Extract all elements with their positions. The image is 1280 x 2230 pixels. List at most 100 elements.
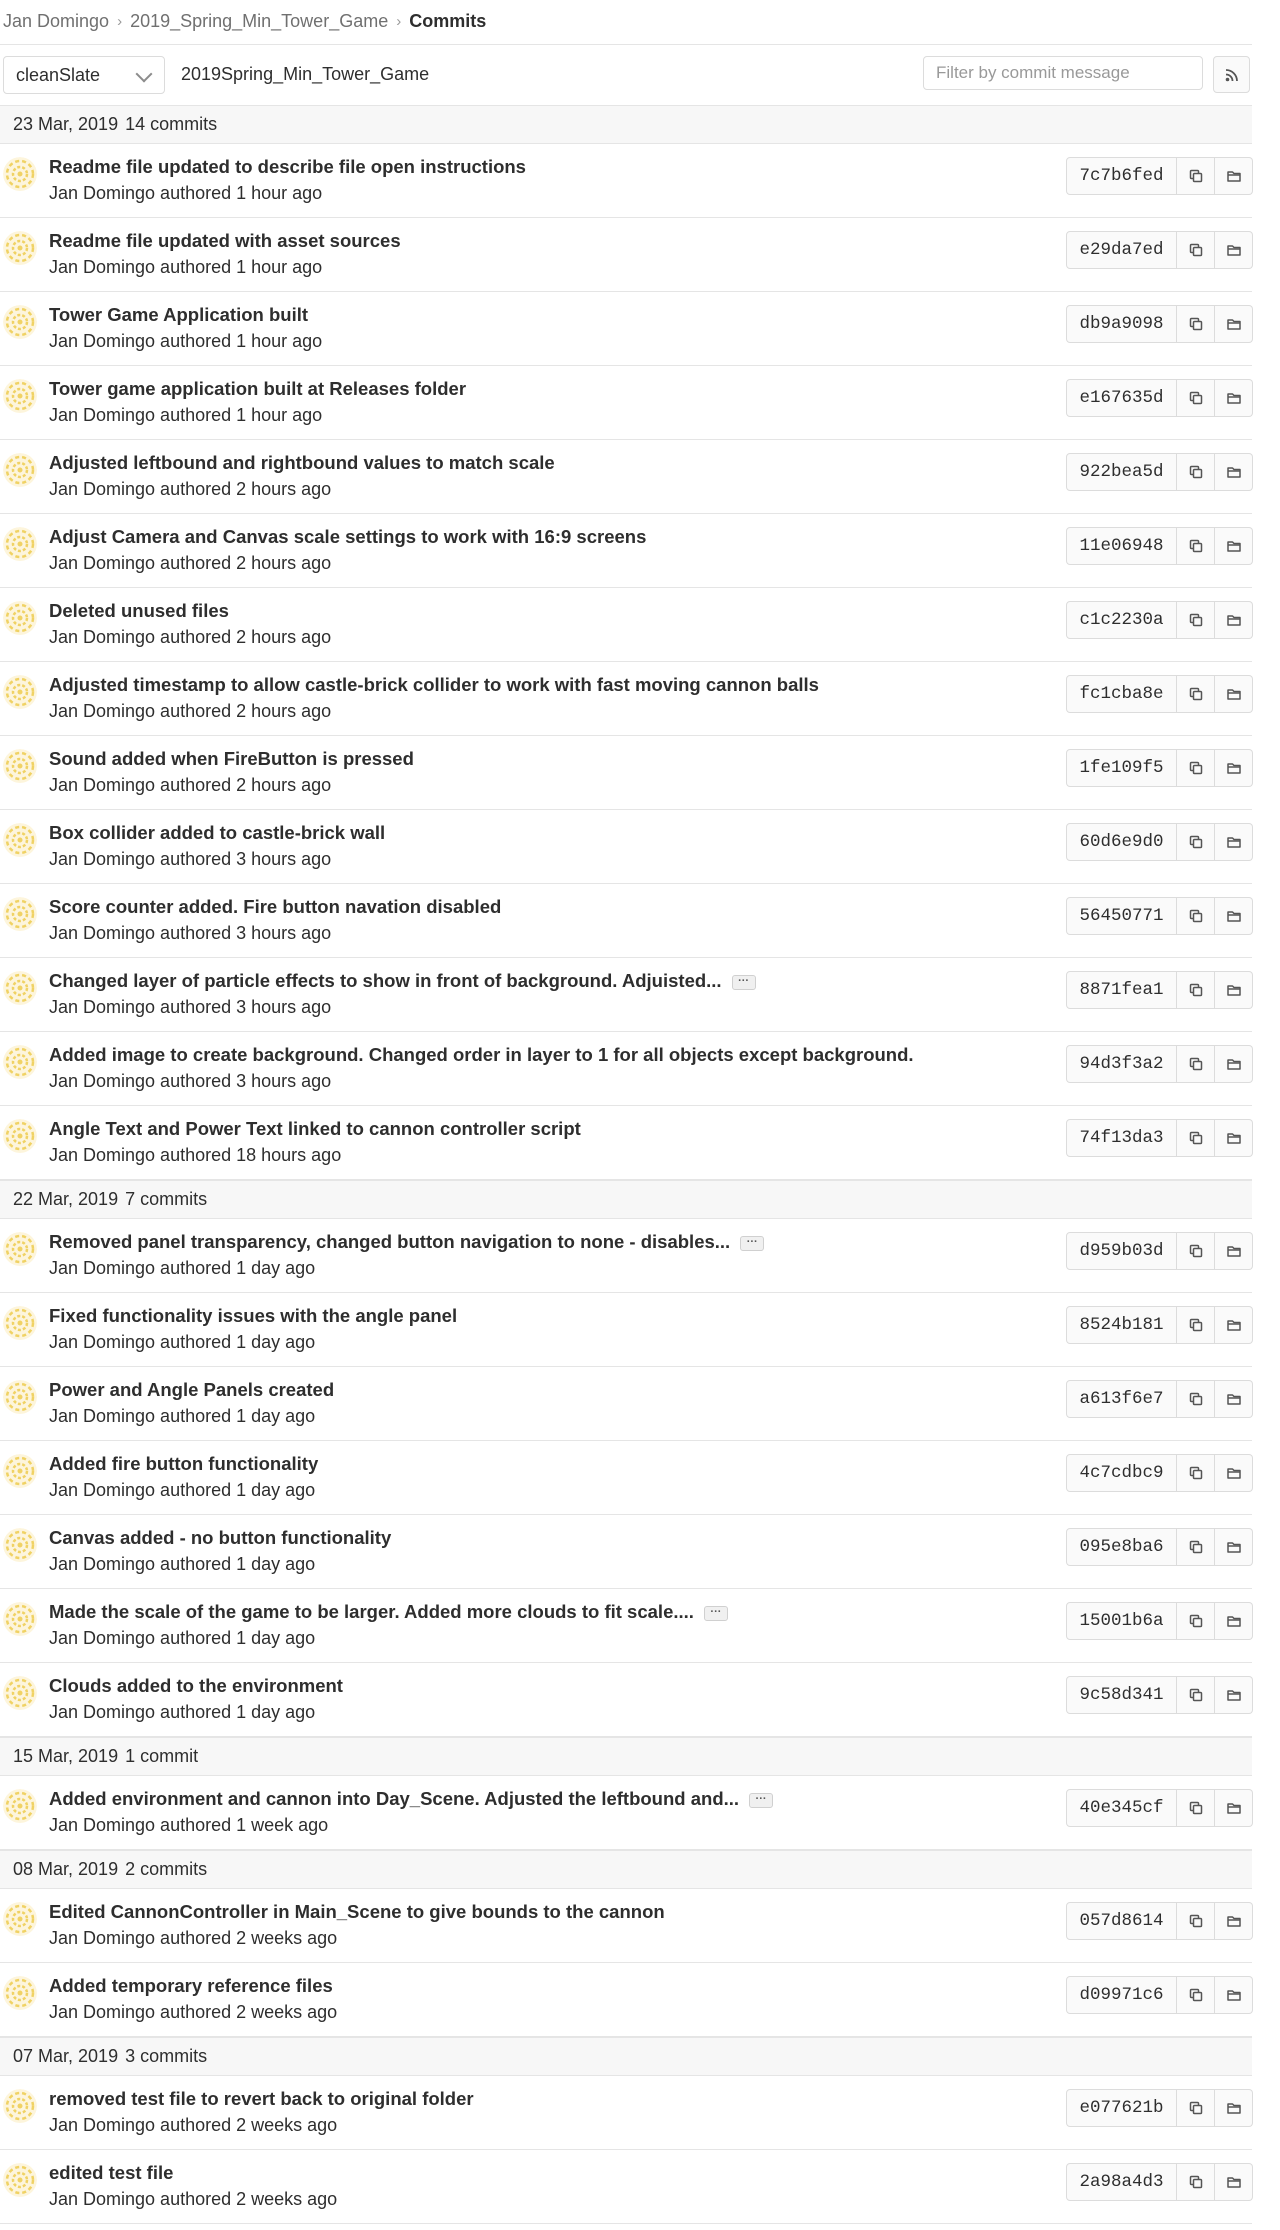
browse-files-button[interactable]: [1215, 1454, 1253, 1492]
commit-sha-link[interactable]: 15001b6a: [1066, 1602, 1177, 1640]
expand-message-button[interactable]: ···: [740, 1235, 765, 1251]
copy-sha-button[interactable]: [1177, 1232, 1215, 1270]
browse-files-button[interactable]: [1215, 1902, 1253, 1940]
commit-sha-link[interactable]: 7c7b6fed: [1066, 157, 1177, 195]
copy-sha-button[interactable]: [1177, 1306, 1215, 1344]
commit-title-link[interactable]: Angle Text and Power Text linked to cann…: [49, 1118, 581, 1140]
identicon-avatar[interactable]: [3, 305, 37, 339]
commit-sha-link[interactable]: 56450771: [1066, 897, 1177, 935]
browse-files-button[interactable]: [1215, 1528, 1253, 1566]
commit-sha-link[interactable]: 8524b181: [1066, 1306, 1177, 1344]
commit-title-link[interactable]: Score counter added. Fire button navatio…: [49, 896, 501, 918]
copy-sha-button[interactable]: [1177, 1602, 1215, 1640]
identicon-avatar[interactable]: [3, 1902, 37, 1936]
commit-title-link[interactable]: Tower game application built at Releases…: [49, 378, 466, 400]
breadcrumb-user-link[interactable]: Jan Domingo: [3, 11, 109, 32]
copy-sha-button[interactable]: [1177, 379, 1215, 417]
identicon-avatar[interactable]: [3, 897, 37, 931]
branch-dropdown[interactable]: cleanSlate: [3, 56, 165, 94]
browse-files-button[interactable]: [1215, 231, 1253, 269]
identicon-avatar[interactable]: [3, 823, 37, 857]
commit-title-link[interactable]: Added fire button functionality: [49, 1453, 318, 1475]
identicon-avatar[interactable]: [3, 1789, 37, 1823]
copy-sha-button[interactable]: [1177, 749, 1215, 787]
copy-sha-button[interactable]: [1177, 1902, 1215, 1940]
commit-sha-link[interactable]: 94d3f3a2: [1066, 1045, 1177, 1083]
commit-sha-link[interactable]: 8871fea1: [1066, 971, 1177, 1009]
commit-title-link[interactable]: Adjust Camera and Canvas scale settings …: [49, 526, 646, 548]
identicon-avatar[interactable]: [3, 527, 37, 561]
commit-sha-link[interactable]: 2a98a4d3: [1066, 2163, 1177, 2201]
copy-sha-button[interactable]: [1177, 2089, 1215, 2127]
commit-title-link[interactable]: Fixed functionality issues with the angl…: [49, 1305, 457, 1327]
commit-sha-link[interactable]: fc1cba8e: [1066, 675, 1177, 713]
browse-files-button[interactable]: [1215, 897, 1253, 935]
commit-title-link[interactable]: Changed layer of particle effects to sho…: [49, 970, 756, 992]
copy-sha-button[interactable]: [1177, 971, 1215, 1009]
browse-files-button[interactable]: [1215, 823, 1253, 861]
commit-title-link[interactable]: Clouds added to the environment: [49, 1675, 343, 1697]
commit-title-link[interactable]: edited test file: [49, 2162, 173, 2184]
rss-feed-button[interactable]: [1213, 56, 1250, 93]
commit-sha-link[interactable]: e167635d: [1066, 379, 1177, 417]
commit-title-link[interactable]: Added image to create background. Change…: [49, 1044, 914, 1066]
commit-sha-link[interactable]: 60d6e9d0: [1066, 823, 1177, 861]
browse-files-button[interactable]: [1215, 379, 1253, 417]
copy-sha-button[interactable]: [1177, 1789, 1215, 1827]
copy-sha-button[interactable]: [1177, 1119, 1215, 1157]
identicon-avatar[interactable]: [3, 1676, 37, 1710]
commit-title-link[interactable]: Readme file updated with asset sources: [49, 230, 401, 252]
identicon-avatar[interactable]: [3, 1306, 37, 1340]
commit-sha-link[interactable]: db9a9098: [1066, 305, 1177, 343]
browse-files-button[interactable]: [1215, 1380, 1253, 1418]
browse-files-button[interactable]: [1215, 749, 1253, 787]
identicon-avatar[interactable]: [3, 971, 37, 1005]
commit-title-link[interactable]: Made the scale of the game to be larger.…: [49, 1601, 728, 1623]
browse-files-button[interactable]: [1215, 675, 1253, 713]
browse-files-button[interactable]: [1215, 1976, 1253, 2014]
identicon-avatar[interactable]: [3, 1528, 37, 1562]
commit-sha-link[interactable]: 40e345cf: [1066, 1789, 1177, 1827]
copy-sha-button[interactable]: [1177, 231, 1215, 269]
browse-files-button[interactable]: [1215, 601, 1253, 639]
commit-sha-link[interactable]: 057d8614: [1066, 1902, 1177, 1940]
browse-files-button[interactable]: [1215, 157, 1253, 195]
commit-title-link[interactable]: Deleted unused files: [49, 600, 229, 622]
commit-sha-link[interactable]: 4c7cdbc9: [1066, 1454, 1177, 1492]
identicon-avatar[interactable]: [3, 1454, 37, 1488]
breadcrumb-project-link[interactable]: 2019_Spring_Min_Tower_Game: [130, 11, 388, 32]
copy-sha-button[interactable]: [1177, 1676, 1215, 1714]
identicon-avatar[interactable]: [3, 1602, 37, 1636]
commit-title-link[interactable]: Edited CannonController in Main_Scene to…: [49, 1901, 665, 1923]
identicon-avatar[interactable]: [3, 1119, 37, 1153]
commit-title-link[interactable]: Removed panel transparency, changed butt…: [49, 1231, 765, 1253]
copy-sha-button[interactable]: [1177, 1380, 1215, 1418]
browse-files-button[interactable]: [1215, 2089, 1253, 2127]
commit-sha-link[interactable]: 095e8ba6: [1066, 1528, 1177, 1566]
commit-sha-link[interactable]: d09971c6: [1066, 1976, 1177, 2014]
commit-sha-link[interactable]: a613f6e7: [1066, 1380, 1177, 1418]
browse-files-button[interactable]: [1215, 1045, 1253, 1083]
copy-sha-button[interactable]: [1177, 1045, 1215, 1083]
commit-title-link[interactable]: Readme file updated to describe file ope…: [49, 156, 526, 178]
commit-title-link[interactable]: Adjusted timestamp to allow castle-brick…: [49, 674, 819, 696]
commit-title-link[interactable]: Power and Angle Panels created: [49, 1379, 334, 1401]
browse-files-button[interactable]: [1215, 2163, 1253, 2201]
browse-files-button[interactable]: [1215, 1232, 1253, 1270]
commit-title-link[interactable]: Canvas added - no button functionality: [49, 1527, 391, 1549]
commit-title-link[interactable]: Added temporary reference files: [49, 1975, 333, 1997]
copy-sha-button[interactable]: [1177, 305, 1215, 343]
commit-title-link[interactable]: Box collider added to castle-brick wall: [49, 822, 385, 844]
identicon-avatar[interactable]: [3, 1232, 37, 1266]
copy-sha-button[interactable]: [1177, 2163, 1215, 2201]
identicon-avatar[interactable]: [3, 231, 37, 265]
identicon-avatar[interactable]: [3, 379, 37, 413]
browse-files-button[interactable]: [1215, 527, 1253, 565]
commit-sha-link[interactable]: 922bea5d: [1066, 453, 1177, 491]
browse-files-button[interactable]: [1215, 1119, 1253, 1157]
expand-message-button[interactable]: ···: [731, 974, 756, 990]
commit-filter-input[interactable]: [923, 56, 1203, 90]
commit-title-link[interactable]: removed test file to revert back to orig…: [49, 2088, 474, 2110]
copy-sha-button[interactable]: [1177, 1454, 1215, 1492]
commit-title-link[interactable]: Adjusted leftbound and rightbound values…: [49, 452, 555, 474]
